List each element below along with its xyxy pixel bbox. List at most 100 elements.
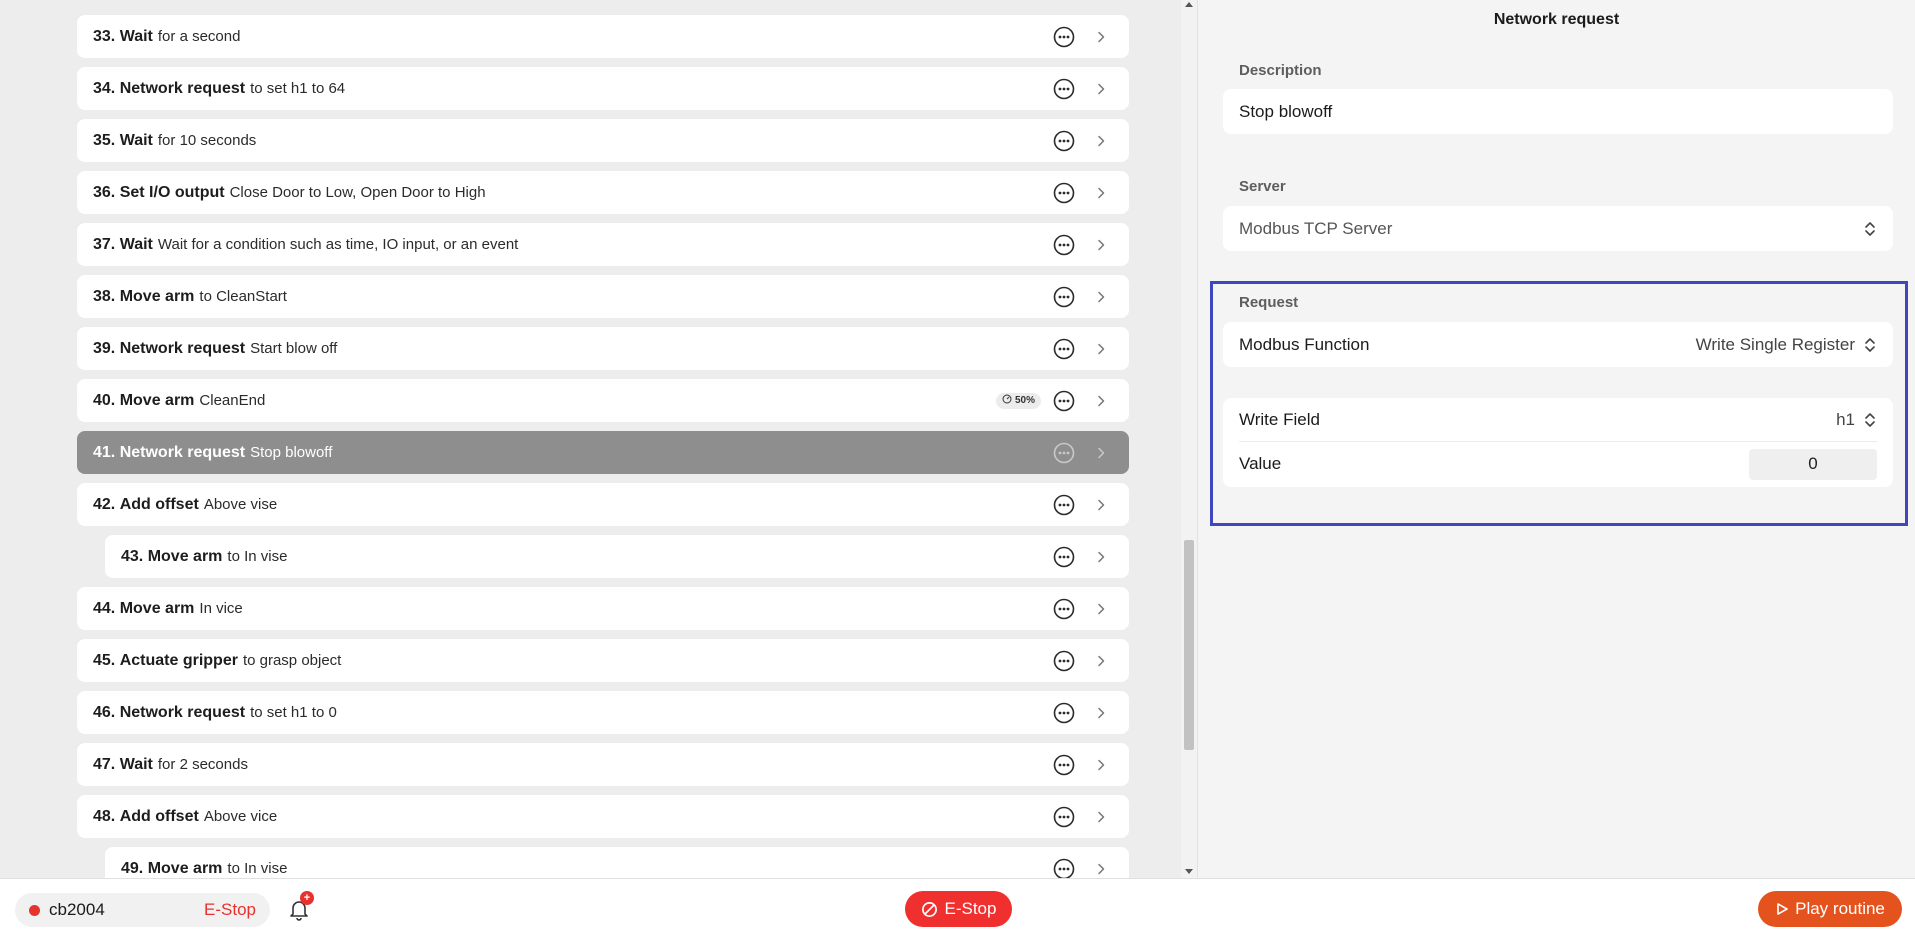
robot-status-pill[interactable]: cb2004 E-Stop: [15, 893, 270, 927]
chevron-right-icon[interactable]: [1093, 445, 1109, 461]
value-label: Value: [1239, 454, 1282, 473]
step-text: 44. Move arm In vice: [77, 600, 1053, 618]
speed-value: 50%: [1014, 395, 1035, 406]
step-row[interactable]: 48. Add offset Above vice: [77, 795, 1129, 838]
chevron-right-icon[interactable]: [1093, 653, 1109, 669]
step-row[interactable]: 39. Network request Start blow off: [77, 327, 1129, 370]
estop-button[interactable]: E-Stop: [905, 891, 1012, 927]
estop-label: E-Stop: [944, 899, 997, 918]
more-options-icon[interactable]: [1053, 26, 1075, 48]
step-text: 48. Add offset Above vice: [77, 808, 1053, 826]
chevron-right-icon[interactable]: [1093, 809, 1109, 825]
step-row[interactable]: 46. Network request to set h1 to 0: [77, 691, 1129, 734]
more-options-icon[interactable]: [1053, 78, 1075, 100]
chevron-right-icon[interactable]: [1093, 289, 1109, 305]
more-options-icon[interactable]: [1053, 130, 1075, 152]
more-options-icon[interactable]: [1053, 234, 1075, 256]
step-text: 39. Network request Start blow off: [77, 340, 1053, 358]
more-options-icon[interactable]: [1053, 442, 1075, 464]
chevron-right-icon[interactable]: [1093, 133, 1109, 149]
step-detail: to set h1 to 64: [250, 79, 346, 97]
more-options-icon[interactable]: [1053, 806, 1075, 828]
chevron-right-icon[interactable]: [1093, 341, 1109, 357]
modbus-function-select[interactable]: Modbus Function Write Single Register: [1223, 322, 1893, 367]
server-select[interactable]: Modbus TCP Server: [1223, 206, 1893, 251]
step-row[interactable]: 38. Move arm to CleanStart: [77, 275, 1129, 318]
step-row[interactable]: 45. Actuate gripper to grasp object: [77, 639, 1129, 682]
more-options-icon[interactable]: [1053, 598, 1075, 620]
step-row[interactable]: 43. Move arm to In vise: [105, 535, 1129, 578]
step-detail: Start blow off: [250, 339, 338, 357]
step-detail: Above vise: [203, 495, 278, 513]
scroll-down-arrow-icon[interactable]: [1185, 869, 1193, 874]
step-row[interactable]: 34. Network request to set h1 to 64: [77, 67, 1129, 110]
more-options-icon[interactable]: [1053, 494, 1075, 516]
step-text: 36. Set I/O output Close Door to Low, Ope…: [77, 184, 1053, 202]
step-title: Set I/O output: [119, 183, 225, 201]
step-row[interactable]: 40. Move arm CleanEnd 50%: [77, 379, 1129, 422]
step-row[interactable]: 36. Set I/O output Close Door to Low, Ope…: [77, 171, 1129, 214]
value-input[interactable]: [1749, 448, 1877, 480]
write-field-select[interactable]: Write Field h1: [1239, 398, 1877, 442]
scroll-up-arrow-icon[interactable]: [1185, 2, 1193, 7]
play-routine-button[interactable]: Play routine: [1758, 891, 1902, 927]
more-options-icon[interactable]: [1053, 858, 1075, 878]
more-options-icon[interactable]: [1053, 182, 1075, 204]
step-title: Network request: [119, 703, 246, 721]
chevron-right-icon[interactable]: [1093, 757, 1109, 773]
panel-title: Network request: [1493, 11, 1620, 28]
step-text: 38. Move arm to CleanStart: [77, 288, 1053, 306]
step-detail: for 10 seconds: [157, 131, 257, 149]
description-input[interactable]: Stop blowoff: [1223, 89, 1893, 134]
more-options-icon[interactable]: [1053, 286, 1075, 308]
step-title: Network request: [119, 339, 246, 357]
value-row: Value: [1239, 442, 1877, 486]
step-row[interactable]: 42. Add offset Above vise: [77, 483, 1129, 526]
step-title: Wait: [119, 27, 153, 45]
step-title: Add offset: [119, 807, 199, 825]
step-row[interactable]: 35. Wait for 10 seconds: [77, 119, 1129, 162]
step-row[interactable]: 44. Move arm In vice: [77, 587, 1129, 630]
more-options-icon[interactable]: [1053, 338, 1075, 360]
chevron-right-icon[interactable]: [1093, 705, 1109, 721]
chevron-right-icon[interactable]: [1093, 185, 1109, 201]
more-options-icon[interactable]: [1053, 546, 1075, 568]
notification-badge: +: [300, 891, 314, 905]
step-detail-panel: Network request Description Stop blowoff…: [1197, 0, 1915, 878]
chevron-right-icon[interactable]: [1093, 497, 1109, 513]
step-text: 42. Add offset Above vise: [77, 496, 1053, 514]
step-list-scrollbar[interactable]: [1181, 0, 1197, 878]
chevron-right-icon[interactable]: [1093, 861, 1109, 877]
robot-name: cb2004: [49, 900, 105, 919]
step-title: 48.: [93, 807, 116, 825]
chevron-right-icon[interactable]: [1093, 393, 1109, 409]
step-row[interactable]: 49. Move arm to In vise: [105, 847, 1129, 878]
chevron-right-icon[interactable]: [1093, 29, 1109, 45]
step-row[interactable]: 37. Wait Wait for a condition such as tim…: [77, 223, 1129, 266]
more-options-icon[interactable]: [1053, 390, 1075, 412]
chevron-right-icon[interactable]: [1093, 237, 1109, 253]
speed-badge: 50%: [995, 392, 1041, 409]
more-options-icon[interactable]: [1053, 702, 1075, 724]
chevron-right-icon[interactable]: [1093, 549, 1109, 565]
more-options-icon[interactable]: [1053, 754, 1075, 776]
step-title: 42.: [93, 495, 116, 513]
step-text: 47. Wait for 2 seconds: [77, 756, 1053, 774]
step-row[interactable]: 33. Wait for a second: [77, 15, 1129, 58]
more-options-icon[interactable]: [1053, 650, 1075, 672]
chevron-right-icon[interactable]: [1093, 81, 1109, 97]
step-text: 46. Network request to set h1 to 0: [77, 704, 1053, 722]
step-text: 35. Wait for 10 seconds: [77, 132, 1053, 150]
step-row[interactable]: 41. Network request Stop blowoff: [77, 431, 1129, 474]
step-title: Wait: [119, 131, 153, 149]
scroll-thumb[interactable]: [1184, 540, 1194, 750]
request-label: Request: [1239, 294, 1299, 311]
chevron-right-icon[interactable]: [1093, 601, 1109, 617]
step-title: Add offset: [119, 495, 199, 513]
step-row[interactable]: 47. Wait for 2 seconds: [77, 743, 1129, 786]
step-detail: Above vice: [203, 807, 278, 825]
bell-icon[interactable]: +: [287, 891, 314, 921]
step-title: 39.: [93, 339, 116, 357]
play-icon: [1777, 903, 1788, 915]
server-value: Modbus TCP Server: [1239, 218, 1393, 238]
